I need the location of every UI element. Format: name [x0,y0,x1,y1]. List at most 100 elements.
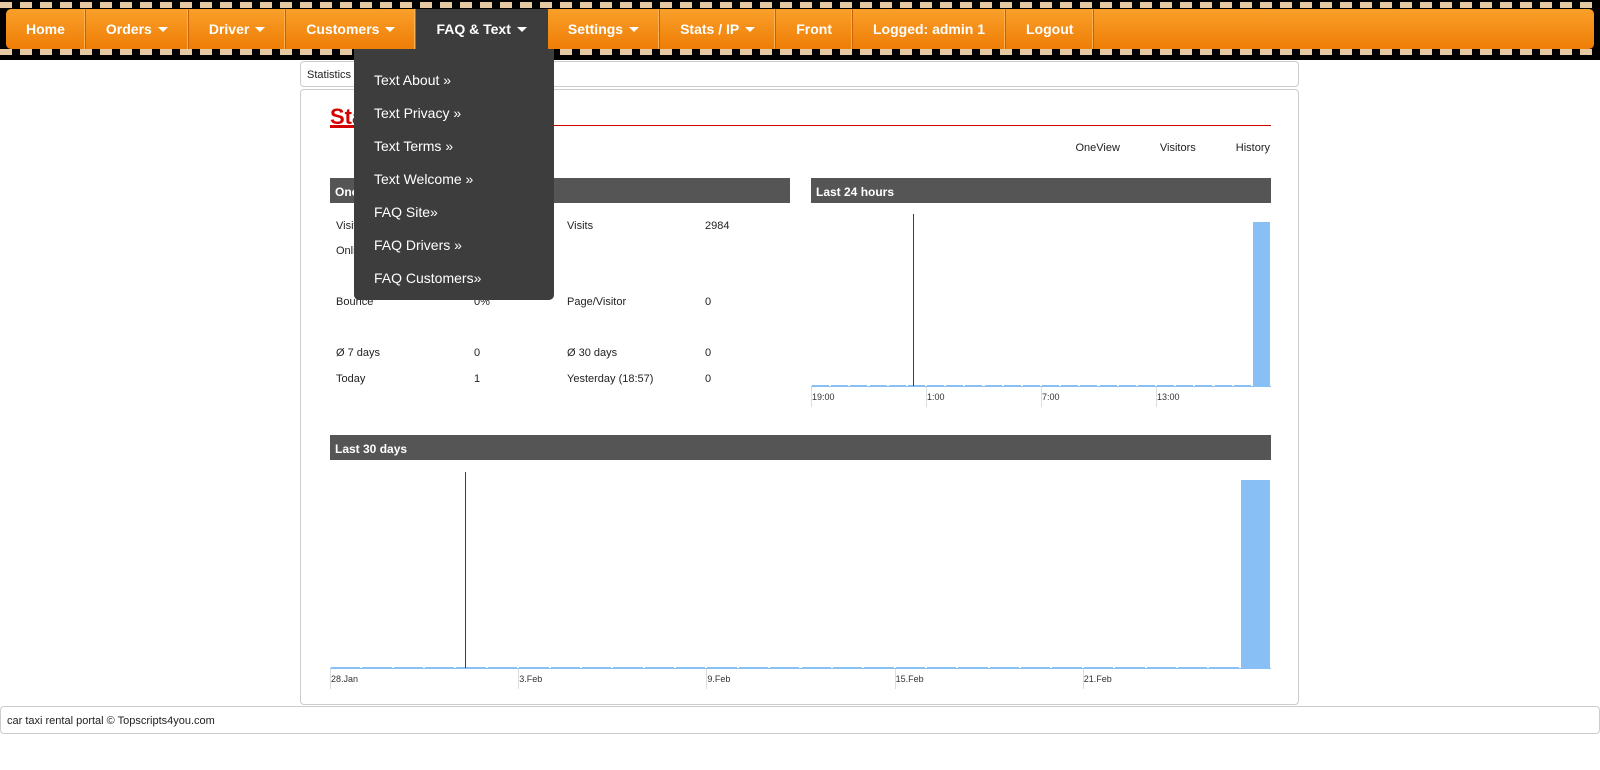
chart-bar [1176,385,1194,386]
chart-bar [869,385,887,386]
chevron-down-icon [745,26,756,32]
chart-bar [1080,385,1098,386]
chart-tick-label: 28.Jan [331,674,359,684]
stat-label: Ø 7 days [336,347,381,359]
stat-label: Visits [567,220,594,232]
last-30d-header: Last 30 days [330,435,1271,460]
nav-item-settings[interactable]: Settings [548,9,661,49]
stats-row: Today 1 Yesterday (18:57) 0 [331,373,791,387]
chart-bar [1214,385,1232,386]
chart-tick-label: 15.Feb [895,674,924,684]
faq-text-dropdown: Text About » Text Privacy » Text Terms » Te… [354,49,554,300]
chart-marker-line [464,472,466,668]
chart-bar [707,667,737,668]
nav-item-label: FAQ & Text [436,21,511,37]
chart-bar [832,667,863,668]
chart-bar [331,667,361,668]
chart-bar [958,667,988,668]
dropdown-item-faq-site[interactable]: FAQ Site» [354,195,554,228]
nav-bar: Home Orders Driver Customers FAQ & Text Setti… [6,9,1594,49]
nav-item-label: Driver [208,21,250,37]
chart-bar [644,667,675,668]
tab-visitors[interactable]: Visitors [1140,142,1216,154]
chart-bar [770,667,800,668]
chart-bar [1052,667,1082,668]
tab-oneview[interactable]: OneView [1055,142,1139,154]
last-24h-chart: 19:00 1:00 7:00 13:00 [811,214,1271,414]
last-30d-chart: 28.Jan 3.Feb 9.Feb 15.Feb 21.Feb [330,472,1271,697]
stat-value: 2984 [705,220,730,232]
chart-bar [1233,385,1251,386]
nav-item-label: Customers [306,21,380,37]
nav-item-label: Settings [567,21,624,37]
chart-bar [1177,667,1208,668]
nav-item-home[interactable]: Home [6,9,86,49]
chart-bar [1022,385,1040,386]
chart-bar [581,667,612,668]
chart-bar [1115,667,1145,668]
chart-bar [864,667,894,668]
chart-bar [519,667,549,668]
nav-stripe-bottom [0,49,1600,55]
chevron-down-icon [385,26,396,32]
chart-bar [550,667,580,668]
footer-text: car taxi rental portal © Topscripts4you.… [7,715,215,727]
chart-tick-label: 13:00 [1157,392,1180,402]
nav-item-front[interactable]: Front [776,9,853,49]
top-nav: Home Orders Driver Customers FAQ & Text Setti… [0,0,1600,60]
nav-item-logged-admin-1[interactable]: Logged: admin 1 [853,9,1006,49]
stat-value: 0 [474,347,481,359]
dropdown-item-faq-drivers[interactable]: FAQ Drivers » [354,228,554,261]
chart-bar [984,385,1002,386]
chart-bar [907,385,925,386]
chart-bar [1099,385,1117,386]
nav-item-faq-text[interactable]: FAQ & Text [416,9,548,49]
stat-value: 1 [474,373,481,385]
chart-tick-label: 19:00 [812,392,835,402]
stat-label: Page/Visitor [567,296,627,308]
nav-item-label: Front [796,21,832,37]
dropdown-item-text-welcome[interactable]: Text Welcome » [354,162,554,195]
chart-bar [1146,667,1176,668]
nav-item-label: Orders [105,21,152,37]
stats-tabs: OneView Visitors History [1055,142,1270,154]
chart-bar [393,667,424,668]
nav-item-logout[interactable]: Logout [1006,9,1095,49]
chart-tick-label: 3.Feb [519,674,543,684]
chart-bar [425,667,455,668]
stat-value: 0 [705,296,712,308]
chart-tick-label: 7:00 [1042,392,1060,402]
dropdown-item-faq-customers[interactable]: FAQ Customers» [354,261,554,294]
chart-bar [926,667,957,668]
chart-bar [888,385,906,386]
chart-bar [946,385,964,386]
chart-bar [812,385,830,386]
nav-item-customers[interactable]: Customers [286,9,417,49]
dropdown-item-text-terms[interactable]: Text Terms » [354,129,554,162]
chart-bar [1209,667,1239,668]
chart-bar [487,667,518,668]
nav-item-orders[interactable]: Orders [86,9,189,49]
chart-bar [1042,385,1060,386]
chart-bar [456,667,486,668]
dropdown-item-text-about[interactable]: Text About » [354,63,554,96]
stat-label: Ø 30 days [567,347,618,359]
chart-bar [850,385,868,386]
chevron-down-icon [629,26,640,32]
chart-bar [1021,667,1051,668]
nav-item-label: Stats / IP [680,21,740,37]
chart-bar [927,385,945,386]
breadcrumb-label: Statistics [307,69,352,81]
chart-bar [989,667,1020,668]
chart-bar [965,385,983,386]
chart-bar [1195,385,1213,386]
dropdown-item-text-privacy[interactable]: Text Privacy » [354,96,554,129]
nav-item-label: Home [26,21,65,37]
chart-bar [676,667,706,668]
last-24h-header: Last 24 hours [811,178,1271,203]
stats-row: Ø 7 days 0 Ø 30 days 0 [331,347,791,361]
nav-item-driver[interactable]: Driver [189,9,287,49]
tab-history[interactable]: History [1216,142,1270,154]
footer: car taxi rental portal © Topscripts4you.… [0,706,1600,734]
nav-item-stats-ip[interactable]: Stats / IP [660,9,777,49]
